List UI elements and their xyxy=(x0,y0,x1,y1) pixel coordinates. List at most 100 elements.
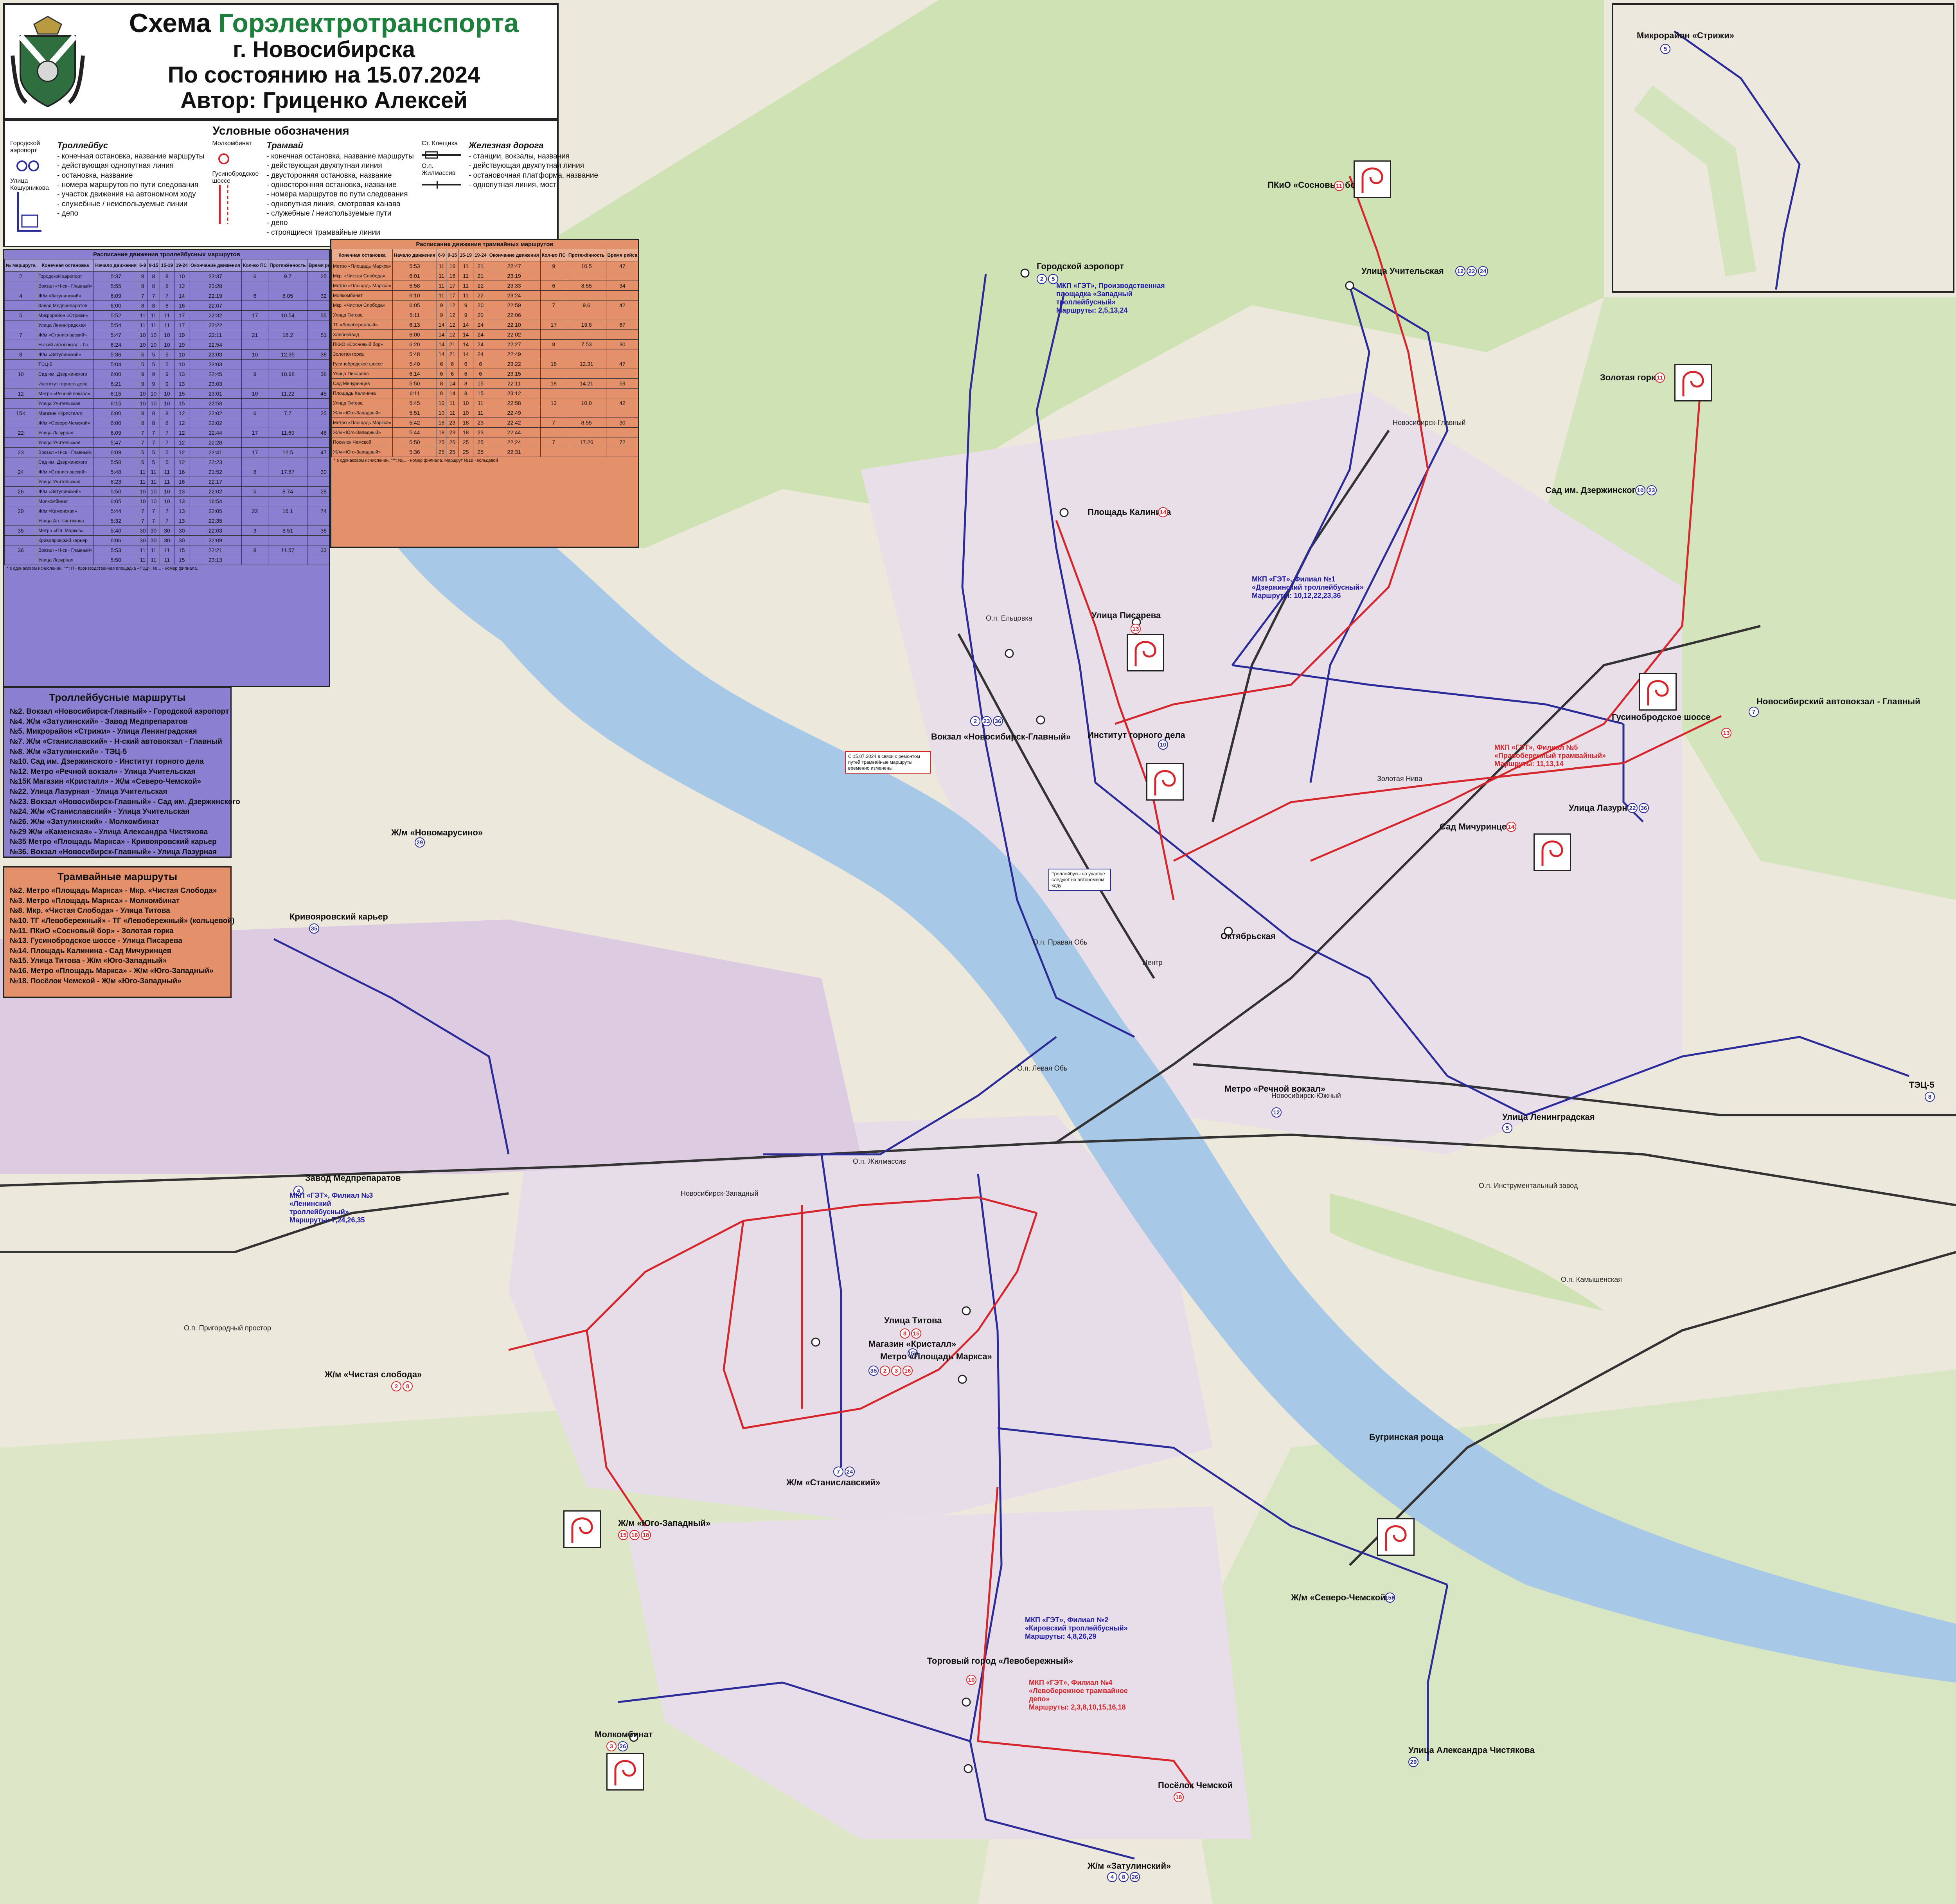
trolley-header-cell: Время рейса xyxy=(307,259,329,272)
tram-schedule-cell: 5:51 xyxy=(392,408,437,418)
tram-schedule-cell: 18 xyxy=(458,427,473,437)
tram-schedule-cell: 10 xyxy=(458,408,473,418)
trolley-schedule-row: Улица Ал. Чистякова 5:32 7 7 7 13 22:35 xyxy=(4,516,329,526)
trolley-schedule-cell: 7 xyxy=(138,437,148,448)
tram-schedule-cell: 24 xyxy=(473,329,488,340)
trolley-schedule-row: Институт горного дела 6:21 9 9 9 13 23:03 xyxy=(4,379,329,389)
trolley-schedule-cell xyxy=(268,516,307,526)
trolley-schedule-cell: 5 xyxy=(159,349,175,360)
trolley-schedule-row: 15К Магазин «Кристалл» 6:00 8 8 8 12 22:02 6 7.7 2… xyxy=(4,408,329,418)
stop-label-stanislavsky: Ж/м «Станиславский» xyxy=(786,1477,881,1487)
trolley-schedule-cell: 13 xyxy=(174,369,189,379)
tram-schedule-cell: Метро «Площадь Маркса» xyxy=(331,261,393,271)
trolley-schedule-cell: 22:32 xyxy=(189,310,242,320)
tram-schedule-cell: 22:49 xyxy=(487,408,541,418)
trolley-schedule-cell: 9.7 xyxy=(268,271,307,281)
trolley-schedule-cell: Ж/м «Станиславский» xyxy=(36,467,94,477)
legend-rail-item: - действующая двухпутная линия xyxy=(468,162,584,170)
tram-schedule-cell: 22:59 xyxy=(487,300,541,310)
tram-schedule-cell: Метро «Площадь Маркса» xyxy=(331,418,393,428)
tram-schedule-cell xyxy=(606,369,638,379)
trolley-route-item: №24. Ж/м «Станиславский» - Улица Учитель… xyxy=(10,808,190,816)
trolley-schedule-row: 36 Вокзал «Н-ск - Главный» 5:53 11 11 11 15 22:… xyxy=(4,545,329,555)
tram-loop-icon xyxy=(1639,673,1677,711)
trolley-schedule-cell: 7 xyxy=(159,437,175,448)
tram-schedule-cell: 5:40 xyxy=(392,359,437,369)
trolley-schedule-cell: 6:15 xyxy=(93,389,138,399)
legend-tram-item: - строящиеся трамвайные линии xyxy=(266,228,380,237)
trolley-schedule-cell xyxy=(268,496,307,506)
tram-schedule-cell: 17.26 xyxy=(566,437,606,447)
tram-schedule-cell: 11 xyxy=(436,261,447,271)
stop-label-uchitelskaya: Улица Учительская xyxy=(1361,266,1444,276)
trolley-schedule-cell xyxy=(4,340,37,350)
trolley-schedule-cell: 5:47 xyxy=(93,437,138,448)
trolley-schedule-cell: 10 xyxy=(147,330,160,340)
tram-schedule-cell: 25 xyxy=(458,447,473,457)
trolley-schedule-cell xyxy=(268,398,307,409)
tram-schedule-row: Золотая горка 5:48 14 21 14 24 22:49 xyxy=(331,349,638,359)
tram-schedule-cell xyxy=(540,447,567,457)
tram-schedule-cell xyxy=(566,447,606,457)
trolley-schedule-cell: 7 xyxy=(147,506,160,516)
tram-schedule-cell: 7 xyxy=(540,418,567,428)
legend-tram-item: - однопутная линия, смотровая канава xyxy=(266,200,401,208)
trolley-schedule-cell: 7 xyxy=(159,516,175,526)
trolley-schedule-cell: 8 xyxy=(147,408,160,418)
trolley-schedule-cell: 30 xyxy=(147,525,160,536)
legend-trolley-item: - номера маршрутов по пути следования xyxy=(57,181,199,189)
tram-schedule-cell: Хлебозавод xyxy=(331,329,393,340)
tram-schedule-cell: 20 xyxy=(473,310,488,320)
trolley-schedule-cell: 6:00 xyxy=(93,408,138,418)
tram-schedule-title: Расписание движения трамвайных маршрутов xyxy=(416,241,554,248)
legend-tram-item: - действующая двухпутная линия xyxy=(266,162,382,170)
trolley-schedule-cell: 13 xyxy=(174,516,189,526)
tram-schedule-cell: 6:00 xyxy=(392,329,437,340)
trolley-schedule-cell: 6:00 xyxy=(93,369,138,379)
trolley-schedule-cell xyxy=(307,535,329,545)
trolley-schedule-cell: 7 xyxy=(159,506,175,516)
tram-schedule-cell xyxy=(566,329,606,340)
trolley-schedule-cell: 8 xyxy=(4,349,37,360)
trolley-schedule-cell: 7 xyxy=(138,428,148,438)
route-badge-sad-dzerzhinskogo: 10 23 xyxy=(1635,485,1657,495)
stop-label-chistyakova: Улица Александра Чистякова xyxy=(1408,1745,1535,1755)
map-note-autonomous: Троллейбусы на участке следуют на автоно… xyxy=(1048,869,1111,891)
tram-schedule-cell: Улица Писарева xyxy=(331,369,393,379)
route-badge-lazurnaya: 22 36 xyxy=(1627,803,1649,813)
rail-op-kamyshenskaya: О.п. Камышенская xyxy=(1561,1276,1622,1283)
tram-schedule-cell: 6:14 xyxy=(392,369,437,379)
trolley-schedule-cell: 11 xyxy=(147,477,160,487)
trolley-schedule-cell: 17 xyxy=(241,447,269,457)
trolley-schedule-cell: 10 xyxy=(174,271,189,281)
trolley-schedule-cell: Метро «Пл. Маркса» xyxy=(36,525,94,536)
route-badge-molkombinat: 3 26 xyxy=(606,1741,628,1751)
trolley-schedule-cell: 5:47 xyxy=(93,330,138,340)
legend-panel: Условные обозначения Городской аэропорт … xyxy=(3,120,598,247)
trolley-schedule-cell xyxy=(307,320,329,330)
tram-schedule-cell xyxy=(566,369,606,379)
trolley-schedule-cell: 11 xyxy=(147,320,160,330)
trolley-route-item: №5. Микрорайон «Стрижи» - Улица Ленингра… xyxy=(10,727,197,736)
tram-schedule-cell: 9 xyxy=(458,300,473,310)
route-badge-chistyakova: 29 xyxy=(1408,1757,1418,1767)
trolley-schedule-cell: 7 xyxy=(138,291,148,301)
tram-schedule-row: Хлебозавод 6:00 14 12 14 24 22:02 xyxy=(331,329,638,340)
tram-schedule-cell xyxy=(540,369,567,379)
trolley-schedule-cell: 5:36 xyxy=(93,349,138,360)
trolley-schedule-cell: 7 xyxy=(138,506,148,516)
tram-schedule-row: Улица Титова 6:11 9 12 9 20 22:06 xyxy=(331,310,638,320)
railway-platform-icon xyxy=(421,181,461,189)
tram-schedule-cell: 6 xyxy=(446,359,459,369)
route-badge-pisareva: 13 xyxy=(1131,624,1141,634)
tram-schedule-cell: 23:24 xyxy=(487,290,541,301)
trolley-schedule-cell: 6:23 xyxy=(93,477,138,487)
tram-schedule-row: Посёлок Чемской 5:50 25 25 25 25 22:24 7 17.26 72… xyxy=(331,437,638,447)
trolley-schedule-cell: 2 xyxy=(4,271,37,281)
tram-schedule-cell: 22:10 xyxy=(487,320,541,330)
trolley-schedule-cell xyxy=(241,359,269,369)
trolley-schedule-cell: 23 xyxy=(4,447,37,457)
tram-schedule-cell: 21 xyxy=(446,349,459,359)
tram-schedule-cell: 11 xyxy=(446,398,459,408)
legend-rail-item: - остановочная платформа, название xyxy=(468,171,599,180)
